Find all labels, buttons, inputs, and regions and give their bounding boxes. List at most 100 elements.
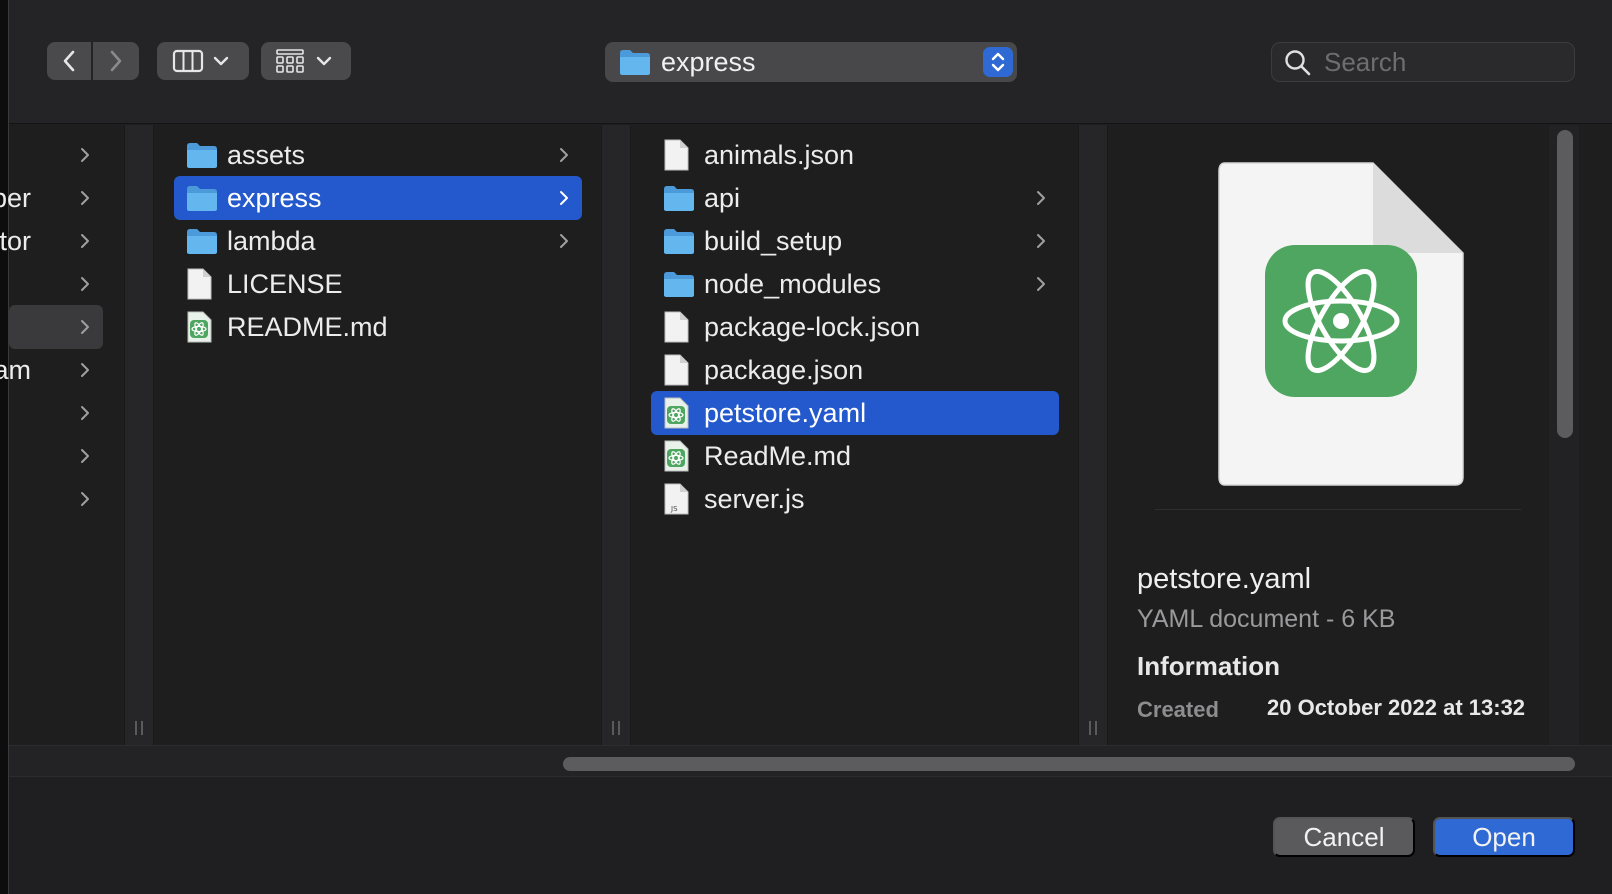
file-row-api[interactable]: api: [651, 176, 1059, 220]
back-button[interactable]: [47, 42, 91, 80]
file-row-node-modules[interactable]: node_modules: [651, 262, 1059, 306]
parent-column-item[interactable]: [9, 477, 103, 521]
resize-grip-icon: [135, 721, 143, 735]
file-name: lambda: [227, 225, 316, 256]
chevron-right-icon: [79, 146, 91, 169]
document-icon: [663, 354, 689, 391]
file-name: api: [704, 182, 741, 213]
chevron-right-icon: [1035, 189, 1047, 212]
columns-view-icon: [172, 49, 229, 73]
preview-info-heading: Information: [1137, 651, 1280, 681]
path-popup-button[interactable]: express: [605, 42, 1017, 82]
parent-column-item[interactable]: [9, 434, 103, 478]
svg-text:JS: JS: [670, 505, 678, 513]
parent-column-item[interactable]: [9, 262, 103, 306]
document-icon: [663, 311, 689, 348]
chevron-right-icon: [110, 50, 122, 72]
parent-column-item-label: lator: [0, 226, 31, 256]
up-down-chevron-icon: [991, 52, 1005, 72]
chevron-right-icon: [79, 490, 91, 513]
chevron-right-icon: [79, 404, 91, 427]
dialog-footer: Cancel Open: [9, 777, 1612, 894]
column-resize-handle[interactable]: [601, 125, 631, 745]
file-name: assets: [227, 139, 306, 170]
folder-icon: [663, 227, 695, 260]
chevron-right-icon: [1035, 232, 1047, 255]
popup-stepper[interactable]: [983, 47, 1013, 77]
file-row-package-lock-json[interactable]: package-lock.json: [651, 305, 1059, 349]
file-name: package-lock.json: [704, 311, 921, 342]
file-row-readme-md[interactable]: README.md: [174, 305, 582, 349]
file-row-build-setup[interactable]: build_setup: [651, 219, 1059, 263]
search-input[interactable]: [1324, 47, 1564, 77]
parent-column-item[interactable]: [9, 391, 103, 435]
atom-document-icon: [1218, 162, 1464, 486]
file-row-readme-md[interactable]: ReadMe.md: [651, 434, 1059, 478]
view-mode-button[interactable]: [157, 42, 249, 80]
chevron-right-icon: [558, 189, 570, 212]
forward-button[interactable]: [93, 42, 139, 80]
preview-file-kind: YAML document - 6 KB: [1137, 605, 1396, 633]
parent-column-item-label: elper: [0, 183, 31, 213]
file-name: node_modules: [704, 268, 882, 299]
vertical-scrollbar-thumb[interactable]: [1557, 130, 1573, 438]
file-row-server-js[interactable]: JS server.js: [651, 477, 1059, 521]
cancel-button[interactable]: Cancel: [1273, 817, 1415, 857]
chevron-right-icon: [1035, 275, 1047, 298]
search-icon: [1285, 50, 1311, 76]
parent-column-item[interactable]: [9, 305, 103, 349]
js-file-icon: JS: [663, 483, 689, 520]
open-button[interactable]: Open: [1433, 817, 1575, 857]
search-field[interactable]: [1271, 42, 1575, 82]
document-icon: [186, 268, 212, 305]
file-row-express[interactable]: express: [174, 176, 582, 220]
file-row-petstore-yaml[interactable]: petstore.yaml: [651, 391, 1059, 435]
document-icon: [663, 139, 689, 176]
created-value: 20 October 2022 at 13:32: [1267, 695, 1526, 720]
file-name: package.json: [704, 354, 864, 385]
folder-icon: [186, 141, 218, 174]
file-name: README.md: [227, 311, 388, 342]
atom-file-icon: [663, 397, 689, 434]
chevron-right-icon: [79, 275, 91, 298]
preview-divider: [1155, 509, 1521, 510]
chevron-right-icon: [79, 361, 91, 384]
file-row-lambda[interactable]: lambda: [174, 219, 582, 263]
toolbar: express: [9, 0, 1612, 124]
folder-icon: [663, 184, 695, 217]
chevron-left-icon: [63, 50, 75, 72]
column-resize-handle[interactable]: [124, 125, 154, 745]
atom-file-icon: [663, 440, 689, 477]
chevron-right-icon: [79, 189, 91, 212]
preview-pane: petstore.yaml YAML document - 6 KB Infor…: [1117, 125, 1579, 745]
file-name: animals.json: [704, 139, 855, 170]
file-name: petstore.yaml: [704, 397, 867, 428]
folder-icon: [663, 270, 695, 303]
parent-column-item-label: eam: [0, 355, 31, 385]
parent-column-item[interactable]: eam: [0, 348, 103, 392]
horizontal-scrollbar[interactable]: [9, 745, 1612, 777]
chevron-right-icon: [558, 146, 570, 169]
file-row-package-json[interactable]: package.json: [651, 348, 1059, 392]
file-row-assets[interactable]: assets: [174, 133, 582, 177]
parent-column-item[interactable]: [9, 133, 103, 177]
file-row-animals-json[interactable]: animals.json: [651, 133, 1059, 177]
parent-column-item[interactable]: elper: [0, 176, 103, 220]
file-row-license[interactable]: LICENSE: [174, 262, 582, 306]
folder-icon: [620, 50, 650, 75]
horizontal-scrollbar-thumb[interactable]: [563, 757, 1575, 771]
file-name: express: [227, 182, 322, 213]
chevron-right-icon: [558, 232, 570, 255]
grid-options-icon: [276, 49, 332, 73]
group-by-button[interactable]: [261, 42, 351, 80]
chevron-right-icon: [79, 232, 91, 255]
folder-icon: [186, 227, 218, 260]
column-parent: elper lator eam: [0, 125, 124, 745]
folder-icon: [186, 184, 218, 217]
column-browser: elper lator eam assets express lambda LICENSE…: [0, 125, 1612, 745]
file-name: build_setup: [704, 225, 843, 256]
column-resize-handle[interactable]: [1078, 125, 1108, 745]
parent-column-item[interactable]: lator: [0, 219, 103, 263]
file-name: LICENSE: [227, 268, 343, 299]
file-open-dialog: express elper lator eam assets express lambd…: [0, 0, 1612, 894]
